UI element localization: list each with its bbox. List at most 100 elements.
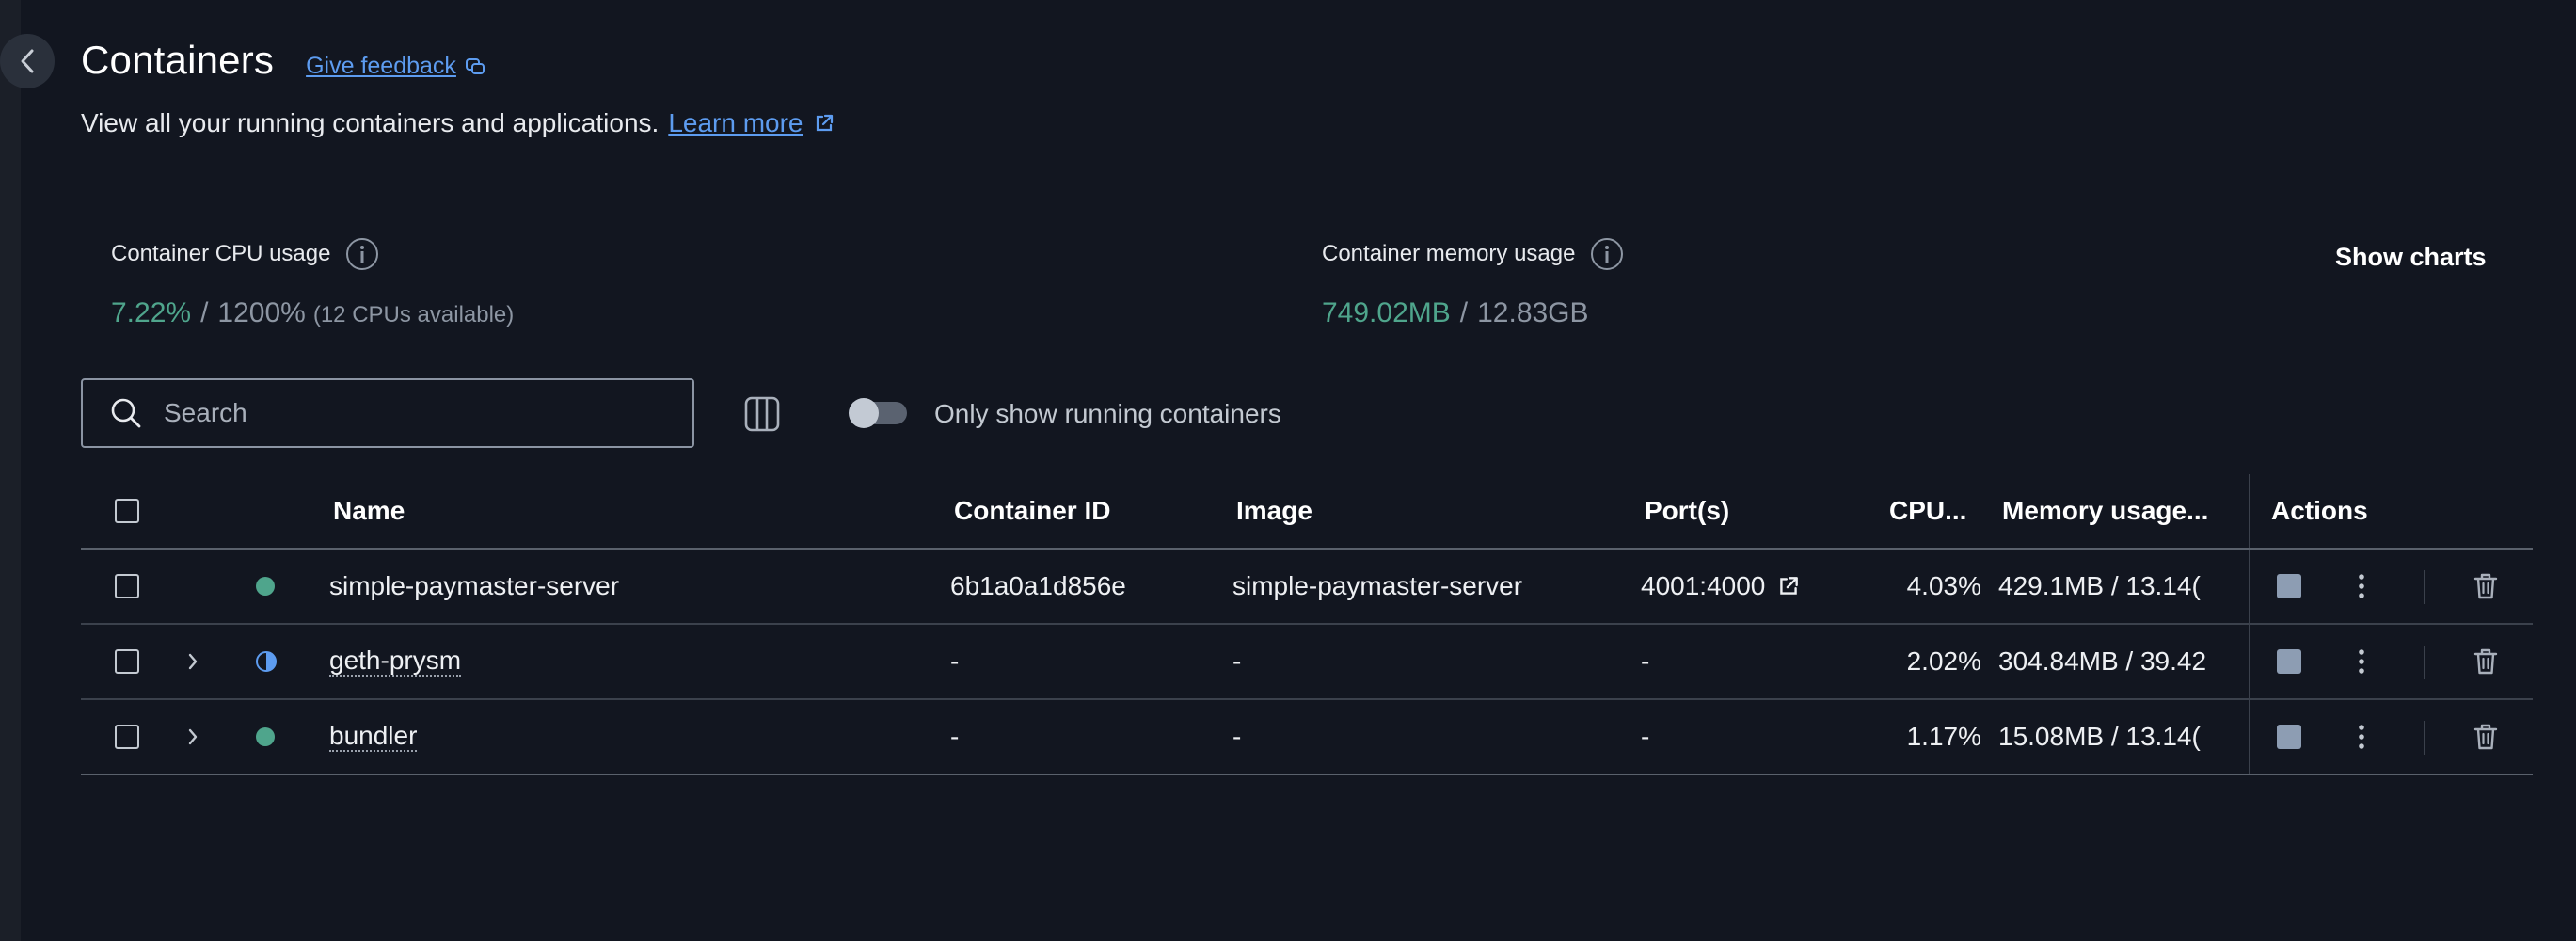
cpu-usage-label: Container CPU usage — [111, 241, 331, 266]
status-cell — [256, 625, 277, 698]
container-id: - — [950, 646, 960, 676]
expand-row-button[interactable] — [186, 700, 199, 774]
memory-value: 429.1MB / 13.14( — [1998, 571, 2201, 600]
containers-page: Containers Give feedback View all your r… — [0, 0, 2576, 941]
port-value: - — [1641, 722, 1650, 751]
row-checkbox[interactable] — [115, 574, 139, 598]
table-row[interactable]: simple-paymaster-server 6b1a0a1d856e sim… — [81, 550, 2533, 625]
learn-more-link[interactable]: Learn more — [668, 108, 835, 138]
trash-icon — [2473, 648, 2498, 675]
stop-button[interactable] — [2277, 574, 2301, 598]
stop-button[interactable] — [2277, 725, 2301, 749]
cpu-note: (12 CPUs available) — [312, 302, 515, 327]
memory-used: 749.02MB — [1322, 297, 1451, 328]
delete-button[interactable] — [2473, 700, 2499, 774]
container-name-text: geth-prysm — [329, 646, 462, 678]
port-value: 4001:4000 — [1641, 571, 1766, 600]
table-row[interactable]: bundler - - - 1.17% 15.08MB / 13.14( — [81, 700, 2533, 775]
trash-icon — [2473, 724, 2498, 750]
page-subtitle: View all your running containers and app… — [81, 108, 835, 138]
feedback-icon — [465, 57, 485, 74]
column-header-name[interactable]: Name — [333, 474, 405, 548]
stop-button[interactable] — [2277, 649, 2301, 674]
cpu-used: 7.22% — [111, 297, 192, 328]
status-running-icon — [256, 727, 275, 746]
cpu-value: 1.17% — [1906, 722, 1981, 751]
search-input[interactable] — [164, 398, 672, 428]
toggle-knob — [849, 398, 879, 428]
memory-separator: / — [1459, 297, 1469, 328]
cpu-value: 4.03% — [1906, 571, 1981, 600]
chevron-right-icon — [188, 728, 198, 745]
column-header-image[interactable]: Image — [1236, 474, 1312, 548]
select-all-cell — [115, 474, 139, 548]
container-name[interactable]: geth-prysm — [329, 625, 931, 698]
chevron-right-icon — [188, 653, 198, 670]
subtitle-text: View all your running containers and app… — [81, 108, 660, 137]
select-all-checkbox[interactable] — [115, 499, 139, 523]
page-title: Containers — [81, 38, 275, 82]
delete-button[interactable] — [2473, 550, 2499, 623]
row-checkbox[interactable] — [115, 725, 139, 749]
delete-button[interactable] — [2473, 625, 2499, 698]
port-link[interactable]: 4001:4000 — [1641, 550, 1867, 623]
table-row[interactable]: geth-prysm - - - 2.02% 304.84MB / 39.42 — [81, 625, 2533, 700]
table-header-row: Name Container ID Image Port(s) CPU... M… — [81, 474, 2533, 550]
more-vertical-icon — [2359, 649, 2364, 674]
container-id: - — [950, 722, 960, 751]
chevron-left-icon — [21, 49, 34, 73]
cpu-total: 1200% — [217, 297, 306, 328]
more-vertical-icon — [2359, 574, 2364, 598]
memory-value: 304.84MB / 39.42 — [1998, 646, 2207, 676]
container-name[interactable]: bundler — [329, 700, 931, 774]
info-icon[interactable] — [1590, 237, 1624, 271]
container-image: - — [1232, 722, 1242, 751]
column-header-container-id[interactable]: Container ID — [954, 474, 1110, 548]
cpu-usage-value: 7.22% / 1200% (12 CPUs available) — [111, 297, 514, 329]
status-cell — [256, 550, 275, 623]
container-image[interactable]: simple-paymaster-server — [1232, 550, 1628, 623]
more-vertical-icon — [2359, 725, 2364, 749]
external-link-icon — [1780, 577, 1799, 595]
cpu-value: 2.02% — [1906, 646, 1981, 676]
back-button[interactable] — [0, 34, 55, 88]
cpu-usage-label-row: Container CPU usage — [111, 237, 514, 271]
external-link-icon — [816, 114, 833, 132]
cpu-usage-stat: Container CPU usage 7.22% / 1200% (12 CP… — [111, 237, 514, 329]
status-running-icon — [256, 577, 275, 596]
row-select-cell — [115, 700, 139, 774]
memory-usage-stat: Container memory usage 749.02MB / 12.83G… — [1322, 237, 1624, 329]
column-header-memory[interactable]: Memory usage... — [2002, 474, 2208, 548]
search-icon — [111, 398, 141, 428]
container-name[interactable]: simple-paymaster-server — [329, 550, 931, 623]
show-charts-button[interactable]: Show charts — [2335, 243, 2487, 272]
memory-value: 15.08MB / 13.14( — [1998, 722, 2201, 751]
more-actions-button[interactable] — [2354, 700, 2369, 774]
memory-usage-label: Container memory usage — [1322, 241, 1576, 266]
sidebar-edge — [0, 0, 21, 941]
more-actions-button[interactable] — [2354, 550, 2369, 623]
port-value: - — [1641, 646, 1650, 676]
action-divider — [2424, 646, 2425, 679]
expand-row-button[interactable] — [186, 625, 199, 698]
trash-icon — [2473, 573, 2498, 599]
search-box[interactable] — [81, 378, 694, 448]
column-settings-button[interactable] — [739, 391, 785, 437]
status-cell — [256, 700, 275, 774]
stop-cell — [2277, 700, 2301, 774]
row-checkbox[interactable] — [115, 649, 139, 674]
running-only-toggle[interactable] — [849, 398, 907, 428]
give-feedback-label: Give feedback — [306, 53, 456, 79]
info-icon[interactable] — [345, 237, 379, 271]
more-actions-button[interactable] — [2354, 625, 2369, 698]
memory-usage-label-row: Container memory usage — [1322, 237, 1624, 271]
column-header-actions: Actions — [2271, 496, 2368, 525]
container-image: - — [1232, 646, 1242, 676]
column-header-ports[interactable]: Port(s) — [1645, 474, 1729, 548]
give-feedback-link[interactable]: Give feedback — [306, 53, 486, 80]
row-select-cell — [115, 550, 139, 623]
column-header-cpu[interactable]: CPU... — [1889, 474, 1966, 548]
page-header: Containers Give feedback — [81, 38, 486, 83]
status-partial-icon — [256, 651, 277, 672]
cpu-separator: / — [200, 297, 209, 328]
